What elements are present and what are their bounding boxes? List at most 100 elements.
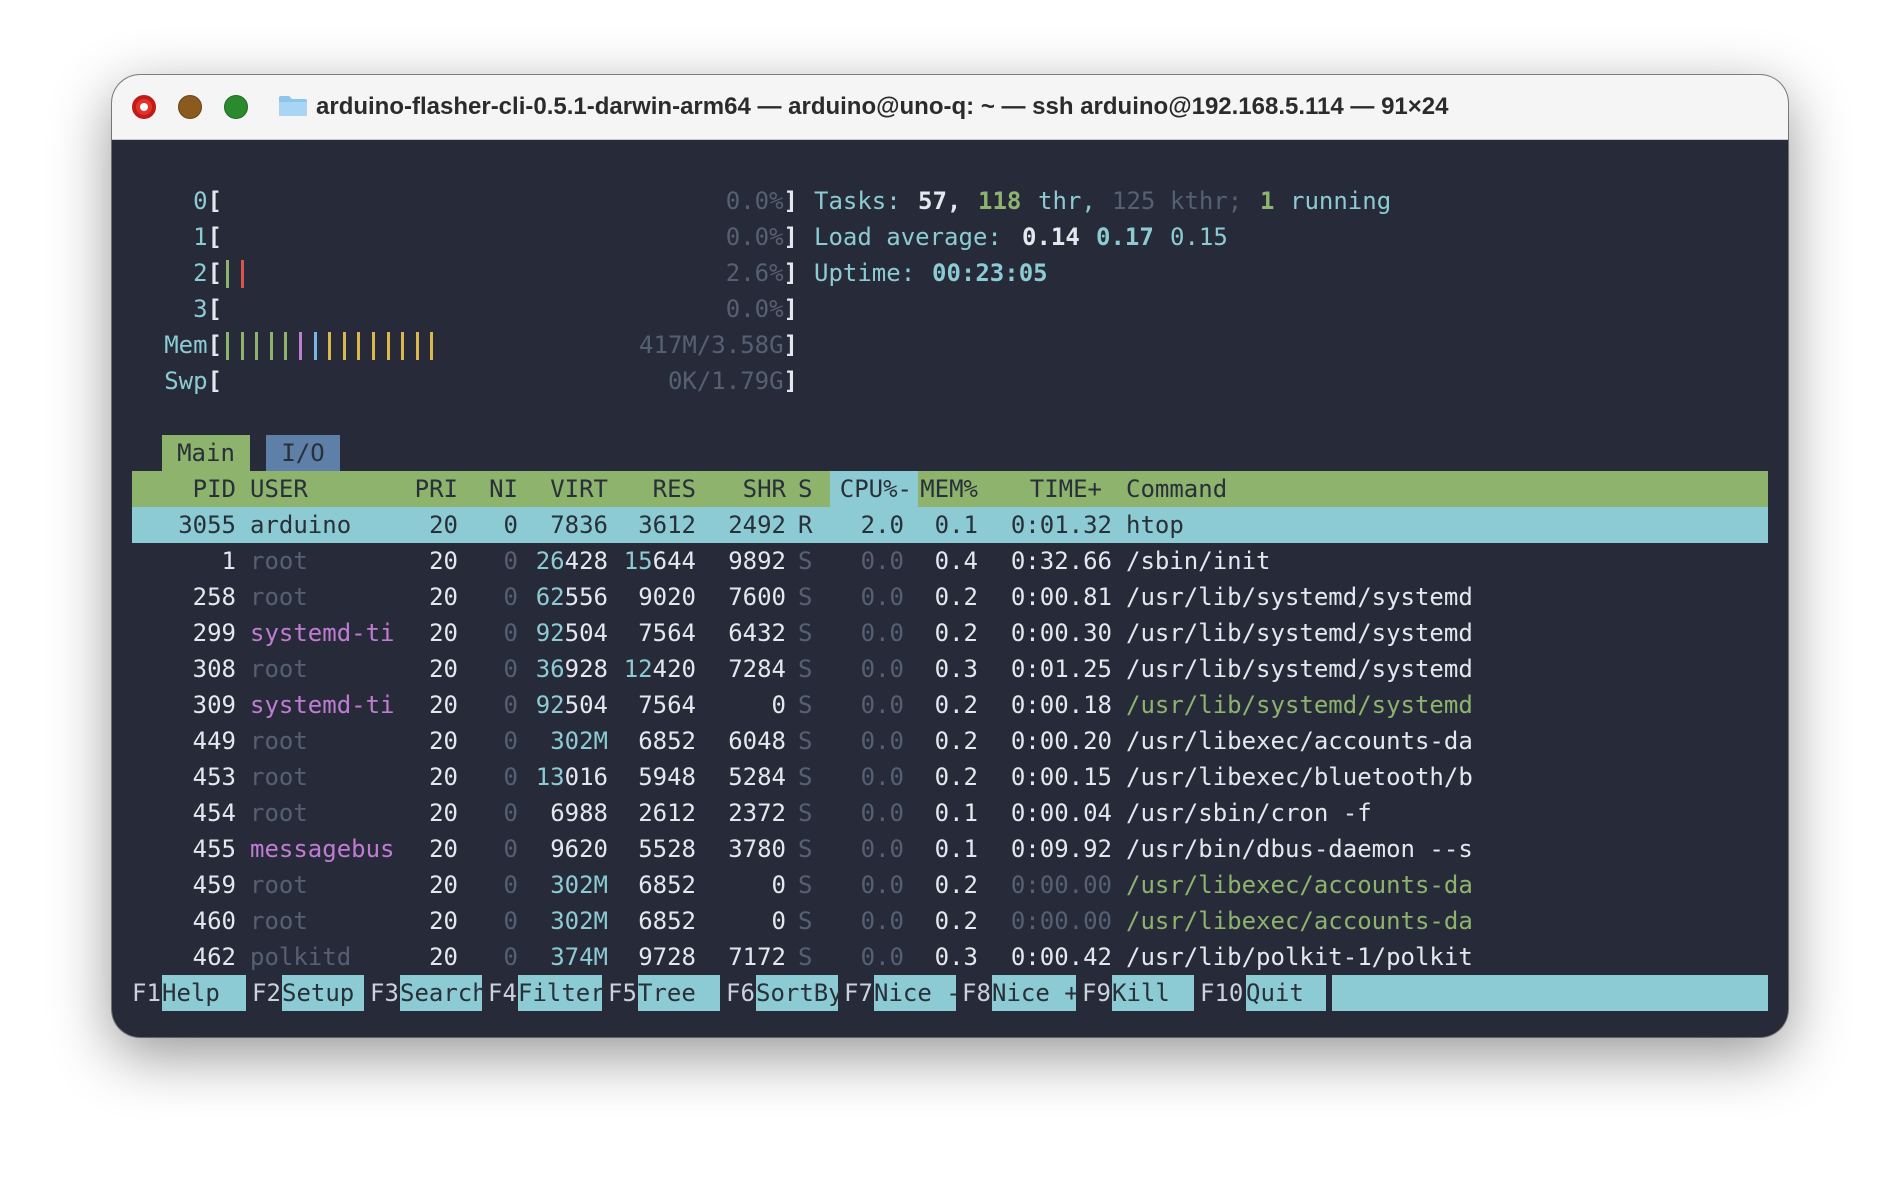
column-header-res[interactable]: RES [608, 471, 696, 507]
tab-io[interactable]: I/O [266, 435, 340, 471]
window-title: arduino-flasher-cli-0.5.1-darwin-arm64 —… [316, 93, 1449, 120]
cell-res: 6852 [638, 871, 696, 899]
fkey-quit-label[interactable]: Quit [1246, 975, 1326, 1011]
fkey-sortby-label[interactable]: SortBy [756, 975, 843, 1011]
fkey-f5-key[interactable]: F5 [608, 975, 637, 1011]
mem-meter-bar [313, 332, 317, 360]
cell-ni: 0 [503, 943, 518, 971]
process-row[interactable]: 459 root 20 0 302M 6852 0 S 0.0 0.2 0:00.00/usr/li… [132, 867, 1768, 903]
cell-cmd: /usr/bin/dbus-daemon --s [1126, 835, 1473, 863]
column-header-ni[interactable]: NI [472, 471, 518, 507]
process-row[interactable]: 455 messagebus 20 0 9620 5528 3780 S 0.0 0.1 0:09.… [132, 831, 1768, 867]
process-row[interactable]: 1 root 20 0 26428 15644 9892 S 0.0 0.4 0:32.66/sbi… [132, 543, 1768, 579]
cell-virt: 9620 [550, 835, 608, 863]
cell-ni: 0 [503, 907, 518, 935]
cell-pri: 20 [429, 835, 458, 863]
process-row[interactable]: 449 root 20 0 302M 6852 6048 S 0.0 0.2 0:00.20/usr… [132, 723, 1768, 759]
fkey-f6-key[interactable]: F6 [726, 975, 755, 1011]
column-header-command[interactable]: Command [1126, 471, 1326, 507]
column-header-time[interactable]: TIME+ [978, 471, 1102, 507]
cell-res: 6852 [638, 907, 696, 935]
cell-res: 15644 [623, 547, 696, 575]
column-header-shr[interactable]: SHR [696, 471, 786, 507]
process-row[interactable]: 308 root 20 0 36928 12420 7284 S 0.0 0.3 0:01.25/u… [132, 651, 1768, 687]
maximize-button[interactable] [224, 95, 248, 119]
fkey-nice-label[interactable]: Nice - [874, 975, 961, 1011]
cell-virt: 374M [550, 943, 608, 971]
swp-meter-value: 0K/1.79G] [667, 367, 798, 395]
cell-mem: 0.2 [934, 871, 978, 899]
cpu-meter-3: 3[0.0%] [132, 291, 1768, 327]
cell-res: 9728 [638, 943, 696, 971]
fkey-setup-label[interactable]: Setup [282, 975, 364, 1011]
load-15min: 0.15 [1170, 223, 1228, 251]
cell-pid: 3055 [178, 511, 236, 539]
fkey-f4-key[interactable]: F4 [488, 975, 517, 1011]
fkey-f7-key[interactable]: F7 [844, 975, 873, 1011]
column-header: PID USER PRI NI VIRT RES SHR S CPU%- MEM% TIME+ Com… [132, 471, 1768, 507]
cell-cmd: /sbin/init [1126, 547, 1271, 575]
process-row[interactable]: 454 root 20 0 6988 2612 2372 S 0.0 0.1 0:00.04/usr… [132, 795, 1768, 831]
uptime-value: 00:23:05 [932, 259, 1048, 287]
tasks-summary: Tasks: 57, 118 thr, 125 kthr; 1 running [132, 183, 1768, 219]
cpu-meter-3-value: 0.0%] [725, 295, 798, 323]
fkey-help-label[interactable]: Help [162, 975, 246, 1011]
cell-pri: 20 [429, 907, 458, 935]
cell-res: 7564 [638, 691, 696, 719]
fkey-search-label[interactable]: Search [400, 975, 487, 1011]
column-header-pri[interactable]: PRI [382, 471, 458, 507]
column-header-cpu[interactable]: CPU%- [832, 471, 912, 507]
cell-mem: 0.3 [934, 943, 978, 971]
fkey-nice-label[interactable]: Nice + [992, 975, 1079, 1011]
cell-pid: 299 [192, 619, 236, 647]
htop-terminal[interactable]: 0[0.0%] 1[0.0%] 2[2.6%] 3[0.0%] Mem[417M/3.5… [132, 139, 1768, 1037]
cell-virt: 7836 [550, 511, 608, 539]
column-header-virt[interactable]: VIRT [518, 471, 608, 507]
cell-shr: 3780 [728, 835, 786, 863]
cell-pid: 309 [192, 691, 236, 719]
process-row[interactable]: 453 root 20 0 13016 5948 5284 S 0.0 0.2 0:00.15/us… [132, 759, 1768, 795]
cell-res: 7564 [638, 619, 696, 647]
cell-time: 0:00.15 [1010, 763, 1112, 791]
close-button[interactable] [132, 95, 156, 119]
fkey-f2-key[interactable]: F2 [252, 975, 281, 1011]
uptime-label: Uptime: [814, 259, 916, 287]
fkey-filter-label[interactable]: Filter [518, 975, 605, 1011]
process-row[interactable]: 460 root 20 0 302M 6852 0 S 0.0 0.2 0:00.00/usr/li… [132, 903, 1768, 939]
cell-cmd: /usr/lib/systemd/systemd [1126, 619, 1473, 647]
fkey-f8-key[interactable]: F8 [962, 975, 991, 1011]
column-header-mem[interactable]: MEM% [908, 471, 978, 507]
tab-main[interactable]: Main [162, 435, 250, 471]
mem-meter-bar [357, 332, 361, 360]
cell-cpu: 0.0 [860, 943, 904, 971]
fkey-f10-key[interactable]: F10 [1200, 975, 1243, 1011]
process-row[interactable]: 299 systemd-ti 20 0 92504 7564 6432 S 0.0 0.2 0:00… [132, 615, 1768, 651]
fkey-f9-key[interactable]: F9 [1082, 975, 1111, 1011]
cell-cpu: 2.0 [860, 511, 904, 539]
cell-shr: 5284 [728, 763, 786, 791]
process-row[interactable]: 309 systemd-ti 20 0 92504 7564 0 S 0.0 0.2 0:00.18… [132, 687, 1768, 723]
cell-virt: 92504 [535, 619, 608, 647]
fkey-tree-label[interactable]: Tree [638, 975, 720, 1011]
fkey-kill-label[interactable]: Kill [1112, 975, 1194, 1011]
column-header-pid[interactable]: PID [132, 471, 236, 507]
cell-shr: 7284 [728, 655, 786, 683]
process-row[interactable]: 258 root 20 0 62556 9020 7600 S 0.0 0.2 0:00.81/us… [132, 579, 1768, 615]
cell-ni: 0 [503, 511, 518, 539]
cell-cpu: 0.0 [860, 871, 904, 899]
cell-mem: 0.1 [934, 799, 978, 827]
cell-cmd: /usr/libexec/accounts-da [1126, 871, 1473, 899]
cell-pid: 258 [192, 583, 236, 611]
fkey-f3-key[interactable]: F3 [370, 975, 399, 1011]
cell-time: 0:00.42 [1010, 943, 1112, 971]
minimize-button[interactable] [178, 95, 202, 119]
cell-mem: 0.2 [934, 763, 978, 791]
fkey-f1-key[interactable]: F1 [132, 975, 161, 1011]
cell-time: 0:09.92 [1010, 835, 1112, 863]
process-row[interactable]: 3055 arduino 20 0 7836 3612 2492 R 2.0 0.1 0:01.32… [132, 507, 1768, 543]
cell-ni: 0 [503, 835, 518, 863]
cell-cpu: 0.0 [860, 547, 904, 575]
process-row[interactable]: 462 polkitd 20 0 374M 9728 7172 S 0.0 0.3 0:00.42/… [132, 939, 1768, 975]
column-header-s[interactable]: S [798, 471, 818, 507]
cell-cpu: 0.0 [860, 907, 904, 935]
